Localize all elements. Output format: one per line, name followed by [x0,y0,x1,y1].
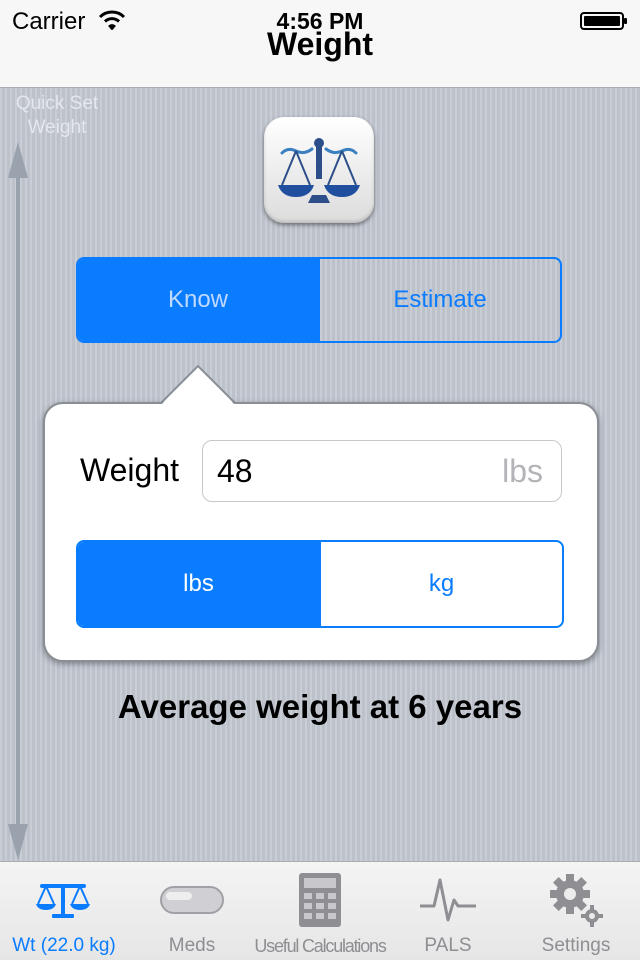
weight-unit-placeholder: lbs [502,453,543,489]
scale-app-icon [264,117,374,223]
weight-label: Weight [80,452,180,488]
segment-know[interactable]: Know [78,259,318,341]
tab-bar: Wt (22.0 kg) Meds Useful Calculations PA… [0,861,640,960]
scale-icon [36,884,90,918]
segment-kg[interactable]: kg [319,542,562,626]
heartbeat-icon [420,878,476,922]
unit-segmented-control[interactable]: lbs kg [76,540,564,628]
average-weight-caption: Average weight at 6 years [117,688,523,725]
weight-mode-segmented-control[interactable]: Know Estimate [76,257,562,343]
weight-input-value[interactable]: 48 [217,453,253,490]
tab-pals[interactable]: PALS [384,862,512,960]
tab-meds[interactable]: Meds [128,862,256,960]
balance-scale-icon [278,138,360,203]
tab-settings-label: Settings [541,935,611,956]
segment-estimate[interactable]: Estimate [318,259,560,341]
gear-icon [550,874,603,927]
pill-icon [160,886,224,914]
popover-arrow-cover [160,368,236,406]
tab-meds-label: Meds [168,935,216,956]
tab-useful-calculations-label: Useful Calculations [254,936,386,956]
page-title: Weight [266,26,374,62]
quick-set-weight-slider[interactable] [6,142,30,860]
tab-useful-calculations[interactable]: Useful Calculations [248,862,392,960]
tab-weight[interactable]: Wt (22.0 kg) [0,862,128,960]
quick-set-label: Quick Set Weight [15,93,99,138]
tab-weight-label: Wt (22.0 kg) [12,935,116,956]
tab-settings[interactable]: Settings [512,862,640,960]
navigation-bar: Carrier 4:56 PM Weight [0,0,640,88]
weight-input[interactable]: 48 lbs [202,440,562,502]
tab-pals-label: PALS [424,935,472,956]
calculator-icon [299,873,341,927]
segment-lbs[interactable]: lbs [78,542,319,626]
